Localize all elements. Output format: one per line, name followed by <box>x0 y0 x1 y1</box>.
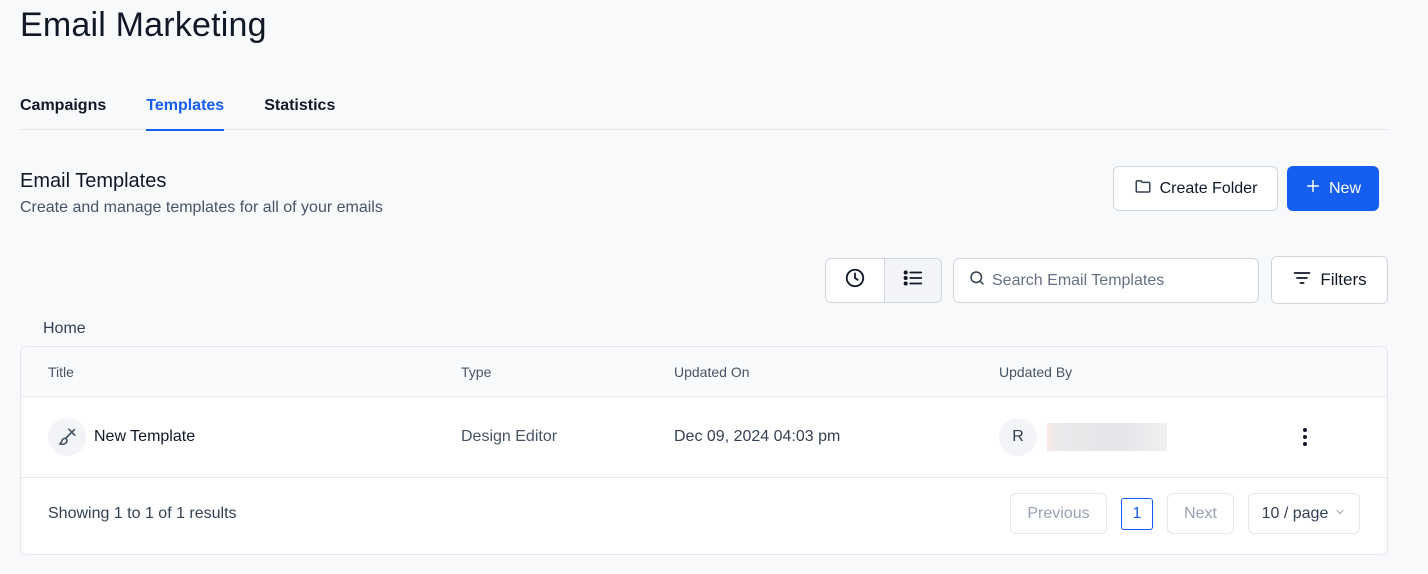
filter-icon <box>1292 268 1312 293</box>
template-title[interactable]: New Template <box>94 428 195 446</box>
tab-campaigns[interactable]: Campaigns <box>20 82 106 130</box>
column-header-title[interactable]: Title <box>48 364 74 380</box>
clock-icon <box>844 267 866 294</box>
list-icon <box>902 267 924 294</box>
previous-page-button[interactable]: Previous <box>1010 493 1107 534</box>
template-updated-on: Dec 09, 2024 04:03 pm <box>674 428 841 445</box>
section-subtitle: Create and manage templates for all of y… <box>20 199 383 216</box>
create-folder-button[interactable]: Create Folder <box>1113 166 1278 211</box>
search-box <box>953 258 1259 303</box>
section-title: Email Templates <box>20 170 167 192</box>
filters-button[interactable]: Filters <box>1271 256 1388 304</box>
list-view-button[interactable] <box>883 259 941 302</box>
page-title: Email Marketing <box>20 6 267 44</box>
brush-icon <box>48 418 86 456</box>
column-header-updated-by[interactable]: Updated By <box>999 364 1072 380</box>
recent-view-button[interactable] <box>826 259 884 302</box>
column-header-updated-on[interactable]: Updated On <box>674 364 750 380</box>
column-header-type[interactable]: Type <box>461 364 491 380</box>
view-toggle <box>825 258 942 303</box>
table-header: Title Type Updated On Updated By <box>21 347 1387 397</box>
next-page-button[interactable]: Next <box>1167 493 1234 534</box>
section-header: Email Templates Create and manage templa… <box>20 170 383 217</box>
page-size-select[interactable]: 10 / page <box>1248 493 1360 534</box>
table-row[interactable]: New Template Design Editor Dec 09, 2024 … <box>21 397 1387 478</box>
templates-table: Title Type Updated On Updated By New Tem… <box>20 346 1388 555</box>
results-summary: Showing 1 to 1 of 1 results <box>48 505 237 522</box>
template-updated-by: R <box>999 397 1167 477</box>
plus-icon <box>1305 178 1321 199</box>
avatar: R <box>999 418 1037 456</box>
row-title-cell[interactable]: New Template <box>48 397 195 477</box>
row-actions <box>1293 397 1317 477</box>
breadcrumb[interactable]: Home <box>43 320 86 338</box>
new-template-button[interactable]: New <box>1287 166 1379 211</box>
template-type: Design Editor <box>461 428 558 445</box>
search-icon <box>968 269 986 292</box>
redacted-user-name <box>1047 423 1167 451</box>
create-folder-label: Create Folder <box>1159 179 1258 197</box>
filters-label: Filters <box>1320 270 1367 289</box>
chevron-down-icon <box>1334 505 1346 523</box>
kebab-icon[interactable] <box>1293 425 1317 449</box>
tab-statistics[interactable]: Statistics <box>264 82 335 130</box>
tab-templates[interactable]: Templates <box>146 82 224 131</box>
folder-icon <box>1134 177 1152 200</box>
search-input[interactable] <box>992 271 1242 290</box>
tab-bar: Campaigns Templates Statistics <box>20 82 1388 131</box>
new-label: New <box>1328 179 1361 197</box>
page-number-button[interactable]: 1 <box>1121 498 1153 530</box>
page-size-label: 10 / page <box>1261 504 1329 522</box>
